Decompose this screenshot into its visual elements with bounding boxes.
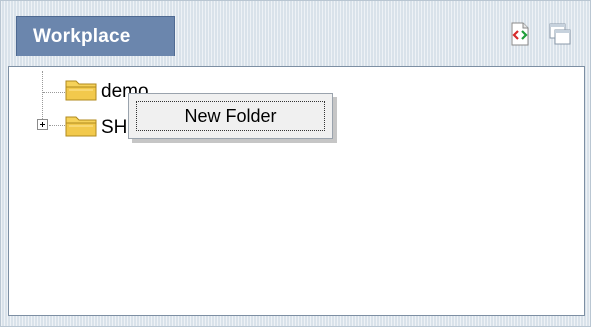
tree-line (43, 92, 65, 93)
menu-item-new-folder[interactable]: New Folder (136, 101, 325, 131)
tree-line (42, 71, 43, 119)
workplace-window: Workplace demo SH New Folder (0, 0, 591, 327)
tab-workplace[interactable]: Workplace (16, 16, 175, 56)
windows-icon[interactable] (547, 21, 573, 47)
folder-icon[interactable] (65, 77, 97, 106)
expand-icon[interactable] (37, 119, 48, 130)
tree-line (49, 125, 65, 126)
folder-icon[interactable] (65, 113, 97, 142)
context-menu: New Folder (128, 93, 333, 139)
tab-label: Workplace (33, 25, 131, 47)
tree-item-label[interactable]: SH (101, 117, 127, 139)
source-code-icon[interactable] (507, 21, 533, 47)
